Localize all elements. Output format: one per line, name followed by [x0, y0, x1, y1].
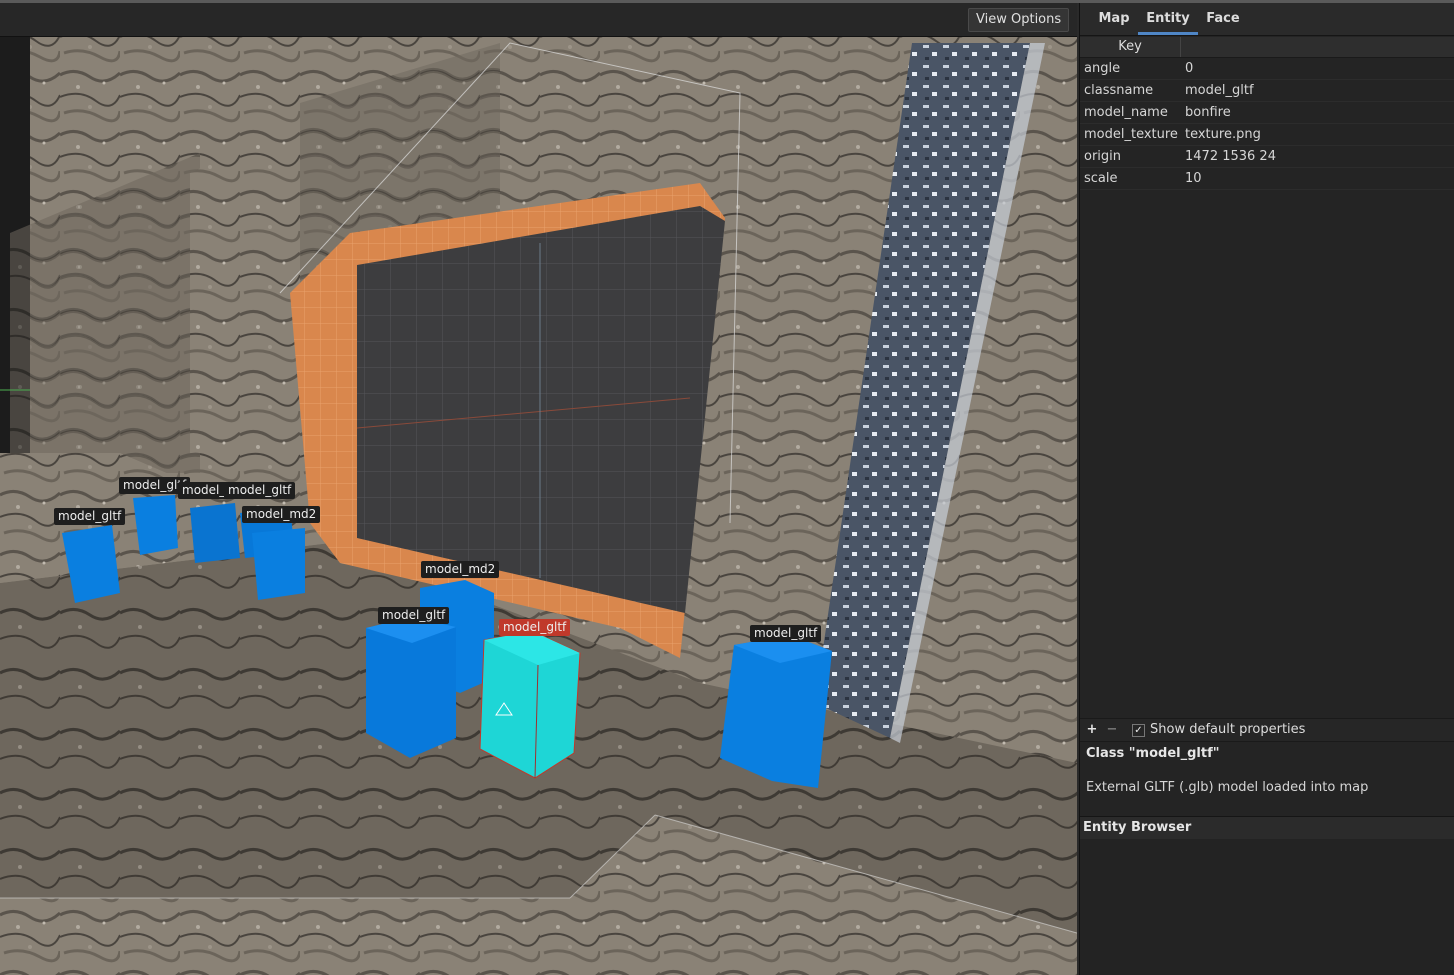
remove-property-button[interactable]: − [1104, 719, 1120, 741]
property-key: scale [1084, 171, 1118, 186]
entity-browser-title: Entity Browser [1083, 820, 1192, 835]
show-default-properties-label[interactable]: Show default properties [1150, 719, 1305, 741]
entity-label: model_gltf [54, 508, 126, 525]
key-column-header[interactable]: Key [1080, 37, 1181, 57]
properties-header: Key [1080, 37, 1454, 58]
property-value[interactable]: texture.png [1185, 124, 1261, 145]
property-row[interactable]: model_name bonfire [1080, 102, 1454, 124]
property-value[interactable]: 1472 1536 24 [1185, 146, 1276, 167]
property-value[interactable]: 0 [1185, 58, 1193, 79]
selected-entity-label: model_gltf [499, 619, 571, 636]
property-key: classname [1084, 83, 1154, 98]
viewport-toolbar: View Options [0, 3, 1077, 37]
properties-toolbar: + − ✓ Show default properties [1080, 718, 1454, 742]
add-property-button[interactable]: + [1084, 719, 1100, 741]
property-key: angle [1084, 61, 1121, 76]
3d-viewport[interactable]: View Options model_gltf model_gltf model… [0, 3, 1077, 975]
property-value[interactable]: bonfire [1185, 102, 1231, 123]
entity-label: model_gltf [224, 482, 296, 499]
show-default-properties-checkbox[interactable]: ✓ [1132, 724, 1145, 737]
entity-label: model_gltf [750, 625, 822, 642]
tab-face[interactable]: Face [1202, 3, 1244, 35]
entity-label: model_gltf [378, 607, 450, 624]
entity-browser-header[interactable]: Entity Browser [1080, 816, 1454, 840]
properties-table: angle 0 classname model_gltf model_name … [1080, 58, 1454, 190]
property-row[interactable]: scale 10 [1080, 168, 1454, 190]
property-key: model_name [1084, 105, 1168, 120]
property-row[interactable]: model_texture texture.png [1080, 124, 1454, 146]
scene-render[interactable] [0, 37, 1077, 975]
property-row[interactable]: classname model_gltf [1080, 80, 1454, 102]
view-options-button[interactable]: View Options [968, 8, 1070, 32]
property-key: origin [1084, 149, 1122, 164]
inspector-tabs: Map Entity Face [1080, 3, 1454, 36]
property-row[interactable]: angle 0 [1080, 58, 1454, 80]
property-value[interactable]: model_gltf [1185, 80, 1254, 101]
property-row[interactable]: origin 1472 1536 24 [1080, 146, 1454, 168]
tab-map[interactable]: Map [1094, 3, 1134, 35]
entity-label: model_ [178, 482, 230, 499]
entity-label: model_md2 [242, 506, 321, 523]
tab-entity[interactable]: Entity [1138, 3, 1198, 35]
entity-label: model_md2 [421, 561, 500, 578]
property-value[interactable]: 10 [1185, 168, 1202, 189]
class-description: External GLTF (.glb) model loaded into m… [1086, 780, 1369, 795]
entity-browser-list[interactable] [1080, 839, 1454, 975]
property-key: model_texture [1084, 127, 1178, 142]
inspector-panel: Map Entity Face Key angle 0 classname mo… [1079, 3, 1454, 975]
class-info: Class "model_gltf" External GLTF (.glb) … [1080, 742, 1454, 814]
class-title: Class "model_gltf" [1086, 746, 1220, 761]
